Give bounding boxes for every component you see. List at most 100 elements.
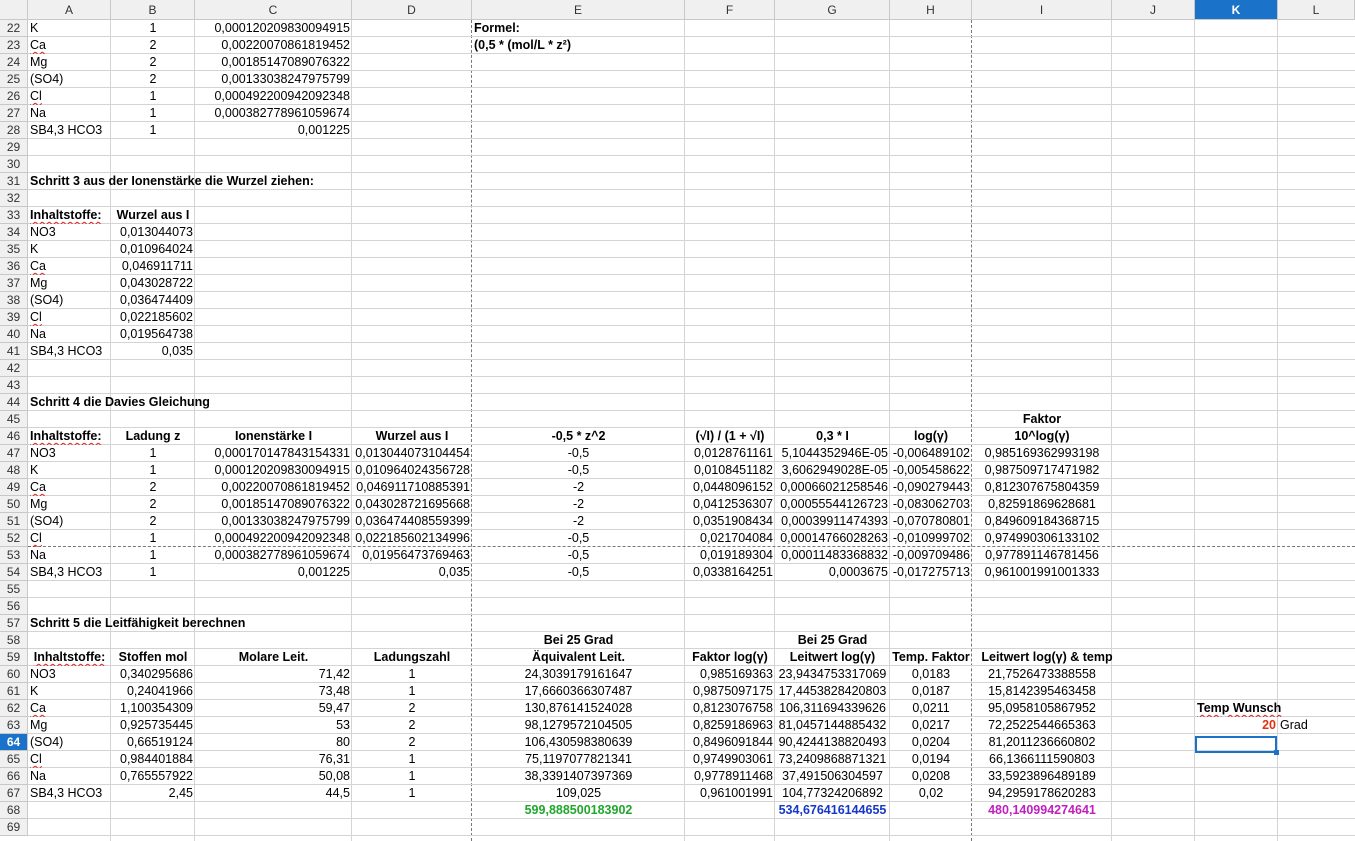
row-header-68[interactable]: 68 [0,802,28,819]
cell-b52[interactable]: 1 [111,530,195,547]
cell-a54[interactable]: SB4,3 HCO3 [28,564,111,581]
cell-g51[interactable]: 0,00039911474393 [775,513,890,530]
column-header-i[interactable]: I [972,0,1112,20]
cell-a63[interactable]: Mg [28,717,111,734]
fill-handle[interactable] [1274,750,1279,755]
row-header-25[interactable]: 25 [0,71,28,88]
cell-e68[interactable]: 599,888500183902 [472,802,685,819]
row-header-65[interactable]: 65 [0,751,28,768]
cell-b60[interactable]: 0,340295686 [111,666,195,683]
cell-c49[interactable]: 0,00220070861819452 [195,479,352,496]
cell-d63[interactable]: 2 [352,717,472,734]
cell-d65[interactable]: 1 [352,751,472,768]
cell-b65[interactable]: 0,984401884 [111,751,195,768]
cell-d48[interactable]: 0,010964024356728 [352,462,472,479]
row-header-48[interactable]: 48 [0,462,28,479]
cell-e46[interactable]: -0,5 * z^2 [472,428,685,445]
cell-f65[interactable]: 0,9749903061 [685,751,775,768]
cell-i66[interactable]: 33,5923896489189 [972,768,1112,785]
row-header-30[interactable]: 30 [0,156,28,173]
cell-c47[interactable]: 0,000170147843154331 [195,445,352,462]
cell-a60[interactable]: NO3 [28,666,111,683]
cell-c51[interactable]: 0,00133038247975799 [195,513,352,530]
cell-b37[interactable]: 0,043028722 [111,275,195,292]
spreadsheet-grid[interactable]: A B C D E F G H I J K L 22 K 1 0,000120209830094915 23 Ca… [0,0,1355,841]
cell-b66[interactable]: 0,765557922 [111,768,195,785]
cell-f63[interactable]: 0,8259186963 [685,717,775,734]
cell-b46[interactable]: Ladung z [111,428,195,445]
cell-b38[interactable]: 0,036474409 [111,292,195,309]
cell-g53[interactable]: 0,00011483368832 [775,547,890,564]
cell-b47[interactable]: 1 [111,445,195,462]
cell-i67[interactable]: 94,2959178620283 [972,785,1112,802]
row-header-60[interactable]: 60 [0,666,28,683]
cell-b50[interactable]: 2 [111,496,195,513]
cell-h46[interactable]: log(γ) [890,428,972,445]
cell-a34[interactable]: NO3 [28,224,111,241]
row-header-46[interactable]: 46 [0,428,28,445]
cell-g65[interactable]: 73,2409868871321 [775,751,890,768]
cell-f47[interactable]: 0,0128761161 [685,445,775,462]
column-header-k[interactable]: K [1195,0,1278,20]
cell-i49[interactable]: 0,812307675804359 [972,479,1112,496]
row-header-36[interactable]: 36 [0,258,28,275]
row-header-50[interactable]: 50 [0,496,28,513]
cell-i46[interactable]: 10^log(γ) [972,428,1112,445]
cell-h51[interactable]: -0,070780801 [890,513,972,530]
cell-b67[interactable]: 2,45 [111,785,195,802]
row-header-57[interactable]: 57 [0,615,28,632]
cell-e64[interactable]: 106,430598380639 [472,734,685,751]
cell-a44[interactable]: Schritt 4 die Davies Gleichung [28,394,728,411]
row-header-22[interactable]: 22 [0,20,28,37]
column-header-h[interactable]: H [890,0,972,20]
cell-h52[interactable]: -0,010999702 [890,530,972,547]
cell-b24[interactable]: 2 [111,54,195,71]
cell-c66[interactable]: 50,08 [195,768,352,785]
cell-b51[interactable]: 2 [111,513,195,530]
cell-d49[interactable]: 0,046911710885391 [352,479,472,496]
cell-i54[interactable]: 0,961001991001333 [972,564,1112,581]
cell-c63[interactable]: 53 [195,717,352,734]
cell-e58[interactable]: Bei 25 Grad [472,632,685,649]
cell-a35[interactable]: K [28,241,111,258]
cell-e63[interactable]: 98,1279572104505 [472,717,685,734]
cell-a61[interactable]: K [28,683,111,700]
cell-i45[interactable]: Faktor [972,411,1112,428]
cell-b36[interactable]: 0,046911711 [111,258,195,275]
cell-a24[interactable]: Mg [28,54,111,71]
cell-b59[interactable]: Stoffen mol [111,649,195,666]
cell-c65[interactable]: 76,31 [195,751,352,768]
cell-g66[interactable]: 37,491506304597 [775,768,890,785]
cell-c27[interactable]: 0,000382778961059674 [195,105,352,122]
cell-i60[interactable]: 21,7526473388558 [972,666,1112,683]
cell-g59[interactable]: Leitwert log(γ) [775,649,890,666]
cell-g54[interactable]: 0,0003675 [775,564,890,581]
row-header-53[interactable]: 53 [0,547,28,564]
cell-a64[interactable]: (SO4) [28,734,111,751]
cell-d64[interactable]: 2 [352,734,472,751]
row-header-52[interactable]: 52 [0,530,28,547]
cell-i61[interactable]: 15,8142395463458 [972,683,1112,700]
cell-f48[interactable]: 0,0108451182 [685,462,775,479]
cell-c59[interactable]: Molare Leit. [195,649,352,666]
cell-e65[interactable]: 75,1197077821341 [472,751,685,768]
cell-e53[interactable]: -0,5 [472,547,685,564]
cell-h62[interactable]: 0,0211 [890,700,972,717]
cell-a48[interactable]: K [28,462,111,479]
row-header-37[interactable]: 37 [0,275,28,292]
row-header-47[interactable]: 47 [0,445,28,462]
row-header-38[interactable]: 38 [0,292,28,309]
cell-f62[interactable]: 0,8123076758 [685,700,775,717]
cell-b53[interactable]: 1 [111,547,195,564]
row-header-23[interactable]: 23 [0,37,28,54]
row-header-40[interactable]: 40 [0,326,28,343]
column-header-a[interactable]: A [28,0,111,20]
cell-c26[interactable]: 0,000492200942092348 [195,88,352,105]
cell-a31[interactable]: Schritt 3 aus der Ionenstärke die Wurzel… [28,173,728,190]
cell-a66[interactable]: Na [28,768,111,785]
row-header-41[interactable]: 41 [0,343,28,360]
cell-a47[interactable]: NO3 [28,445,111,462]
cell-b28[interactable]: 1 [111,122,195,139]
cell-a57[interactable]: Schritt 5 die Leitfähigkeit berechnen [28,615,728,632]
column-header-d[interactable]: D [352,0,472,20]
